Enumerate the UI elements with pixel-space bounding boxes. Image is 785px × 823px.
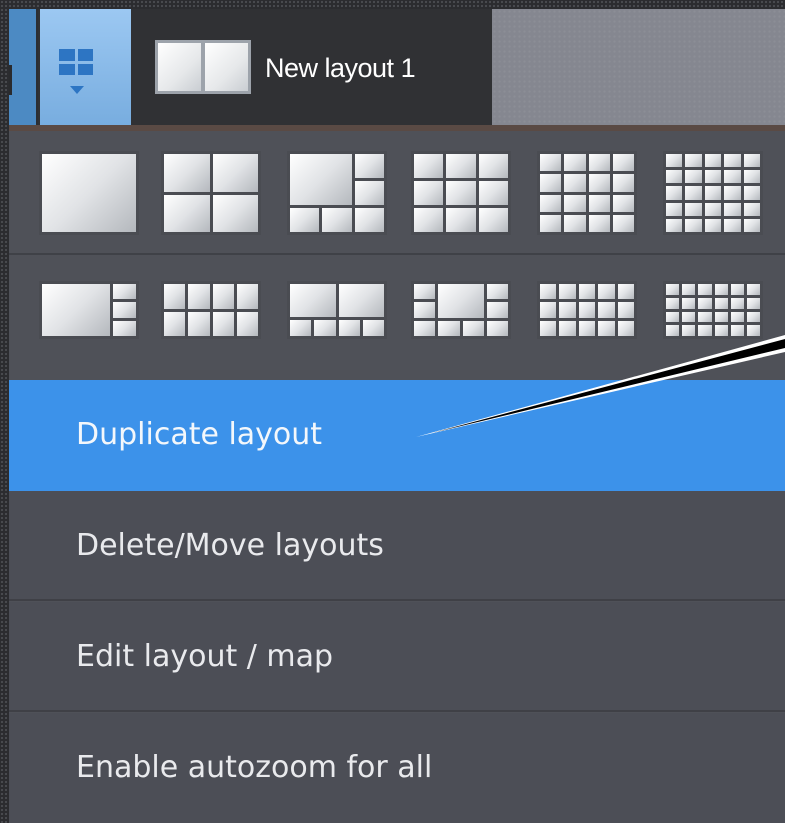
- layout-thumbnail-icon: [155, 40, 251, 94]
- menu-item-label: Delete/Move layouts: [76, 528, 384, 563]
- layout-thumbnail-2x4[interactable]: [161, 281, 261, 339]
- layout-thumbnail-1plus3[interactable]: [39, 281, 139, 339]
- layout-thumbnail-1x1[interactable]: [39, 151, 139, 235]
- layout-menu-button[interactable]: [40, 9, 131, 125]
- layout-dropdown-panel: New layout 1 Duplicate layout Delete/Mov…: [9, 9, 785, 823]
- menu-item-delete-move-layouts[interactable]: Delete/Move layouts: [9, 491, 785, 601]
- layout-thumbnail-4x4[interactable]: [537, 151, 637, 235]
- menu-item-label: Enable autozoom for all: [76, 750, 433, 785]
- layout-grid-icon: [59, 49, 93, 75]
- layout-thumbnail-3x3[interactable]: [411, 151, 511, 235]
- layout-thumbnail-2plus6[interactable]: [287, 281, 387, 339]
- layout-thumbnail-5x5[interactable]: [663, 151, 763, 235]
- left-edge-strip: [9, 9, 38, 125]
- layout-thumbnail-2x2[interactable]: [161, 151, 261, 235]
- layout-tab-bar: New layout 1: [9, 9, 785, 125]
- menu-item-label: Edit layout / map: [76, 639, 334, 674]
- tab-new-layout-1[interactable]: New layout 1: [131, 9, 491, 125]
- caret-down-icon: [70, 86, 84, 94]
- menu-item-edit-layout-map[interactable]: Edit layout / map: [9, 602, 785, 712]
- layout-thumbnail-2plus8[interactable]: [411, 281, 511, 339]
- menu-item-enable-autozoom[interactable]: Enable autozoom for all: [9, 713, 785, 823]
- layout-thumbnail-1plus5[interactable]: [287, 151, 387, 235]
- layout-thumbnail-4x6[interactable]: [663, 281, 763, 339]
- tab-bar-empty-area: [492, 9, 785, 125]
- menu-item-duplicate-layout[interactable]: Duplicate layout: [9, 380, 785, 491]
- tab-label: New layout 1: [265, 53, 416, 83]
- layout-thumbnail-3x5[interactable]: [537, 281, 637, 339]
- menu-item-label: Duplicate layout: [76, 417, 323, 452]
